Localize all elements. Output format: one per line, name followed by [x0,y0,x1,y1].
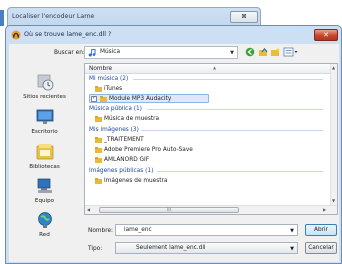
column-header-name[interactable]: Nombre ▲ [85,64,331,74]
filename-input[interactable]: lame_enc ▼ [115,224,298,236]
file-list[interactable]: Nombre ▲ Mi música (2) iTunes Module MP3… [84,63,338,215]
folder-icon [100,96,107,102]
group-header[interactable]: Mis imágenes (3) [89,127,139,133]
back-icon[interactable] [245,47,256,57]
group-header[interactable]: Mi música (2) [89,76,128,82]
folder-name: Adobe Premiere Pro Auto-Save [104,147,193,153]
place-recent[interactable]: Sitios recientes [9,73,80,100]
place-libraries[interactable]: Bibliotecas [9,143,80,170]
recent-places-icon [37,74,53,91]
folder-icon [95,137,102,143]
vertical-scrollbar[interactable]: ▲ ▼ [330,64,337,206]
desktop-icon [36,109,53,124]
group-header[interactable]: Música pública (1) [89,106,142,112]
dialog-title: Où se trouve lame_enc.dll ? [24,31,112,38]
place-label-recent: Sitios recientes [23,94,66,100]
sort-indicator-icon: ▲ [213,65,217,70]
group-divider [147,109,323,110]
chevron-down-icon: ▼ [230,50,234,56]
close-icon: ✕ [323,31,329,39]
lookin-value: Música [100,49,121,55]
outer-window-edge [0,10,4,26]
place-label-desktop: Escritorio [31,129,58,135]
libraries-icon [36,144,53,160]
scroll-down-icon[interactable]: ▼ [332,198,335,203]
music-library-icon [88,49,96,57]
filetype-label: Tipo: [88,246,103,252]
folder-icon [95,178,102,184]
place-label-computer: Equipo [34,198,55,204]
place-label-network: Red [39,232,50,238]
folder-icon [95,157,102,163]
grip-icon: III [167,207,171,212]
filename-value: lame_enc [124,227,152,233]
new-folder-icon[interactable] [270,47,281,57]
outer-window-close-button[interactable]: ⊠ [230,11,258,23]
cancel-button[interactable]: Cancelar [305,242,337,254]
audacity-app-icon [11,30,21,40]
folder-name: AMLANORD GIF [104,157,150,163]
scroll-up-icon[interactable]: ▲ [332,65,335,70]
close-icon: ⊠ [241,13,247,20]
place-label-libraries: Bibliotecas [29,164,60,170]
horizontal-scroll-thumb[interactable]: III [99,207,239,213]
folder-icon [95,86,102,92]
selection-checkbox[interactable] [91,95,97,102]
group-divider [133,79,323,80]
group-header[interactable]: Imágenes públicas (1) [89,168,153,174]
folder-icon [95,147,102,153]
scroll-right-icon[interactable]: ▶ [323,207,326,212]
lookin-dropdown[interactable]: Música ▼ [84,46,238,59]
chevron-down-icon: ▼ [290,246,294,252]
dialog-close-button[interactable]: ✕ [314,29,338,41]
computer-icon [37,178,52,193]
horizontal-scrollbar[interactable]: ◀ III ▶ [85,205,337,214]
folder-name: Imágenes de muestra [104,178,168,184]
dialog-body: Buscar en: Música ▼ Sitios recientes Esc… [9,44,339,262]
filename-label: Nombre: [88,228,113,234]
chevron-down-icon[interactable]: ▼ [290,228,294,234]
folder-name: iTunes [104,86,123,92]
views-menu-icon[interactable] [283,47,299,57]
place-desktop[interactable]: Escritorio [9,108,80,135]
place-computer[interactable]: Equipo [9,177,80,204]
filetype-dropdown[interactable]: Seulement lame_enc.dll ▼ [115,242,298,254]
places-bar: Sitios recientes Escritorio Bibliotecas [9,63,80,243]
folder-name: Module MP3 Audacity [109,96,172,102]
group-divider [141,130,323,131]
open-button[interactable]: Abrir [305,224,337,236]
outer-window-title: Localiser l'encodeur Lame [12,13,95,20]
group-divider [157,171,323,172]
network-icon [37,212,52,228]
folder-name: _TRAITEMENT [104,137,144,143]
lookin-label: Buscar en: [54,50,85,56]
up-folder-icon[interactable] [258,47,269,57]
folder-item-selected[interactable]: Module MP3 Audacity [89,94,209,103]
place-network[interactable]: Red [9,211,80,238]
folder-name: Música de muestra [104,116,160,122]
open-file-dialog: Où se trouve lame_enc.dll ? ✕ Buscar en:… [5,25,342,264]
scroll-left-icon[interactable]: ◀ [87,207,90,212]
folder-icon [95,116,102,122]
filetype-value: Seulement lame_enc.dll [136,245,206,251]
column-name-label: Nombre [89,66,113,72]
